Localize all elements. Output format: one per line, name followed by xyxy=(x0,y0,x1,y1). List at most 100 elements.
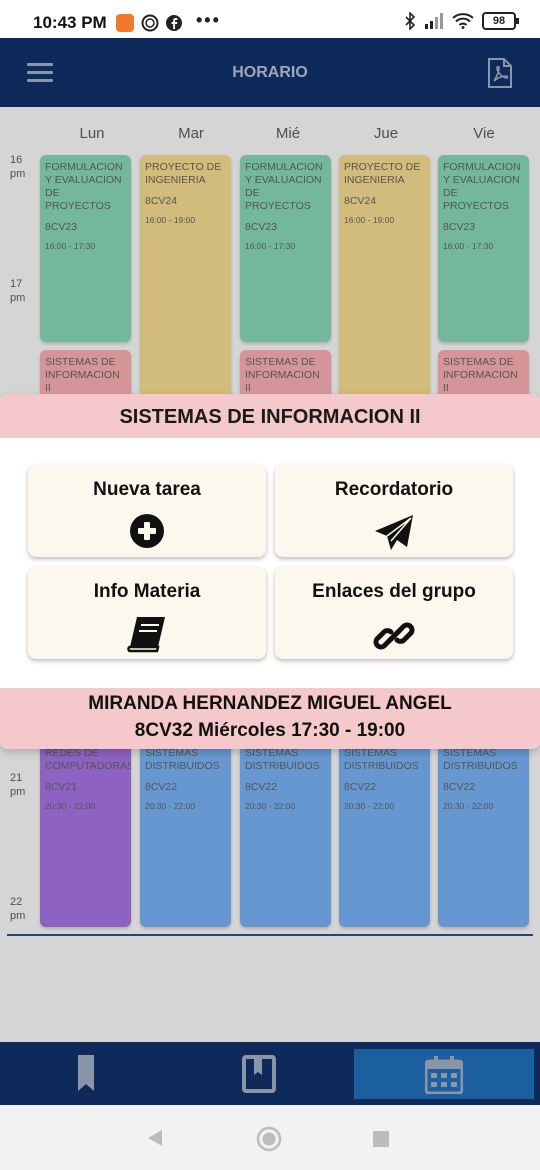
status-bar: 10:43 PM ••• 98 xyxy=(0,0,540,38)
popup-footer: MIRANDA HERNANDEZ MIGUEL ANGEL 8CV32 Mié… xyxy=(0,688,540,749)
hour-number: 21 xyxy=(10,772,23,784)
class-session-info: 8CV32 Miércoles 17:30 - 19:00 xyxy=(134,720,406,741)
class-group: 8CV24 xyxy=(344,195,377,207)
book-icon xyxy=(127,617,165,653)
class-name: FORMULACION Y EVALUACION DE PROYECTOS xyxy=(45,161,123,212)
class-time: 20:30 - 22:00 xyxy=(145,801,196,811)
class-name: PROYECTO DE INGENIERIA xyxy=(145,161,222,186)
class-block[interactable]: SISTEMAS DISTRIBUIDOS 8CV22 20:30 - 22:0… xyxy=(438,737,529,927)
hour-period: pm xyxy=(10,910,26,922)
class-time: 20:30 - 22:00 xyxy=(45,801,96,811)
day-header-lun: Lun xyxy=(79,125,105,142)
subject-info-button[interactable]: Info Materia xyxy=(28,567,266,659)
reminder-label: Recordatorio xyxy=(334,479,454,500)
facebook-icon xyxy=(166,15,182,31)
nav-notebook[interactable] xyxy=(180,1042,360,1105)
nav-bookmarks[interactable] xyxy=(0,1042,180,1105)
class-group: 8CV22 xyxy=(145,781,178,793)
home-icon[interactable] xyxy=(256,1126,282,1152)
class-name: SISTEMAS DISTRIBUIDOS xyxy=(145,747,220,772)
class-group: 8CV23 xyxy=(45,221,78,233)
pdf-export-icon[interactable] xyxy=(486,57,514,89)
hour-period: pm xyxy=(10,168,26,180)
reminder-button[interactable]: Recordatorio xyxy=(275,465,513,557)
current-time-line xyxy=(7,934,533,936)
popup-title: SISTEMAS DE INFORMACION II xyxy=(0,394,540,438)
wifi-icon xyxy=(452,13,474,29)
class-time: 20:30 - 22:00 xyxy=(443,801,494,811)
class-group: 8CV23 xyxy=(443,221,476,233)
teacher-name: MIRANDA HERNANDEZ MIGUEL ANGEL xyxy=(88,693,452,714)
class-name: FORMULACION Y EVALUACION DE PROYECTOS xyxy=(443,161,521,212)
day-header-mar: Mar xyxy=(178,125,204,142)
class-name: SISTEMAS DE INFORMACION II xyxy=(443,356,518,394)
day-header-jue: Jue xyxy=(373,125,399,142)
status-time: 10:43 PM xyxy=(33,13,107,32)
class-block[interactable]: REDES DE COMPUTADORAS 8CV21 20:30 - 22:0… xyxy=(40,737,131,927)
nav-schedule[interactable] xyxy=(354,1049,534,1099)
day-header-vie: Vie xyxy=(473,125,495,142)
class-time: 20:30 - 22:00 xyxy=(245,801,296,811)
class-name: SISTEMAS DISTRIBUIDOS xyxy=(245,747,320,772)
class-block[interactable]: SISTEMAS DISTRIBUIDOS 8CV22 20:30 - 22:0… xyxy=(240,737,331,927)
class-time: 16:00 - 17:30 xyxy=(245,241,296,251)
hour-label: 16 pm xyxy=(10,153,25,181)
class-name: FORMULACION Y EVALUACION DE PROYECTOS xyxy=(245,161,323,212)
class-block[interactable]: FORMULACION Y EVALUACION DE PROYECTOS 8C… xyxy=(438,155,529,342)
class-group: 8CV22 xyxy=(245,781,278,793)
class-name: SISTEMAS DE INFORMACION II xyxy=(245,356,320,394)
class-name: SISTEMAS DE INFORMACION II xyxy=(45,356,120,394)
hour-period: pm xyxy=(10,786,26,798)
mi-app-icon xyxy=(116,14,134,32)
notebook-icon xyxy=(242,1055,276,1093)
class-time: 16:00 - 17:30 xyxy=(443,241,494,251)
hour-number: 16 xyxy=(10,154,23,166)
class-time: 16:00 - 19:00 xyxy=(344,215,395,225)
system-navigation-bar xyxy=(0,1105,540,1170)
class-group: 8CV21 xyxy=(45,781,78,793)
bookmark-icon xyxy=(78,1055,94,1091)
sync-icon xyxy=(141,14,159,32)
group-links-label: Enlaces del grupo xyxy=(312,581,476,602)
class-block[interactable]: PROYECTO DE INGENIERIA 8CV24 16:00 - 19:… xyxy=(140,155,231,405)
hour-label: 21 pm xyxy=(10,771,25,799)
class-block[interactable]: SISTEMAS DISTRIBUIDOS 8CV22 20:30 - 22:0… xyxy=(339,737,430,927)
class-group: 8CV22 xyxy=(344,781,377,793)
class-time: 20:30 - 22:00 xyxy=(344,801,395,811)
class-name: PROYECTO DE INGENIERIA xyxy=(344,161,421,186)
class-group: 8CV23 xyxy=(245,221,278,233)
day-header-mie: Mié xyxy=(275,125,301,142)
app-bar: HORARIO xyxy=(0,38,540,107)
class-name: SISTEMAS DISTRIBUIDOS xyxy=(443,747,518,772)
class-group: 8CV24 xyxy=(145,195,178,207)
hour-number: 22 xyxy=(10,896,23,908)
hour-label: 17 pm xyxy=(10,277,25,305)
class-block[interactable]: SISTEMAS DISTRIBUIDOS 8CV22 20:30 - 22:0… xyxy=(140,737,231,927)
calendar-icon xyxy=(425,1056,463,1094)
class-block[interactable]: FORMULACION Y EVALUACION DE PROYECTOS 8C… xyxy=(240,155,331,342)
new-task-label: Nueva tarea xyxy=(93,479,201,500)
bluetooth-icon xyxy=(405,12,416,30)
class-group: 8CV22 xyxy=(443,781,476,793)
bottom-navigation xyxy=(0,1042,540,1105)
class-name: REDES DE COMPUTADORAS xyxy=(45,747,131,772)
paper-plane-icon xyxy=(375,515,413,550)
page-title: HORARIO xyxy=(232,64,308,81)
class-block[interactable]: PROYECTO DE INGENIERIA 8CV24 16:00 - 19:… xyxy=(339,155,430,405)
class-time: 16:00 - 17:30 xyxy=(45,241,96,251)
more-notifications: ••• xyxy=(196,10,221,30)
back-icon[interactable] xyxy=(146,1129,164,1147)
group-links-button[interactable]: Enlaces del grupo xyxy=(275,567,513,659)
class-block[interactable]: FORMULACION Y EVALUACION DE PROYECTOS 8C… xyxy=(40,155,131,342)
hour-label: 22 pm xyxy=(10,895,25,923)
recents-icon[interactable] xyxy=(373,1131,389,1147)
class-name: SISTEMAS DISTRIBUIDOS xyxy=(344,747,419,772)
new-task-button[interactable]: Nueva tarea xyxy=(28,465,266,557)
subject-popup: SISTEMAS DE INFORMACION II Nueva tarea R… xyxy=(0,394,540,749)
subject-info-label: Info Materia xyxy=(93,581,201,602)
hour-number: 17 xyxy=(10,278,23,290)
signal-icon xyxy=(425,13,443,29)
plus-circle-icon xyxy=(130,514,164,548)
link-icon xyxy=(373,622,415,650)
hour-period: pm xyxy=(10,292,26,304)
